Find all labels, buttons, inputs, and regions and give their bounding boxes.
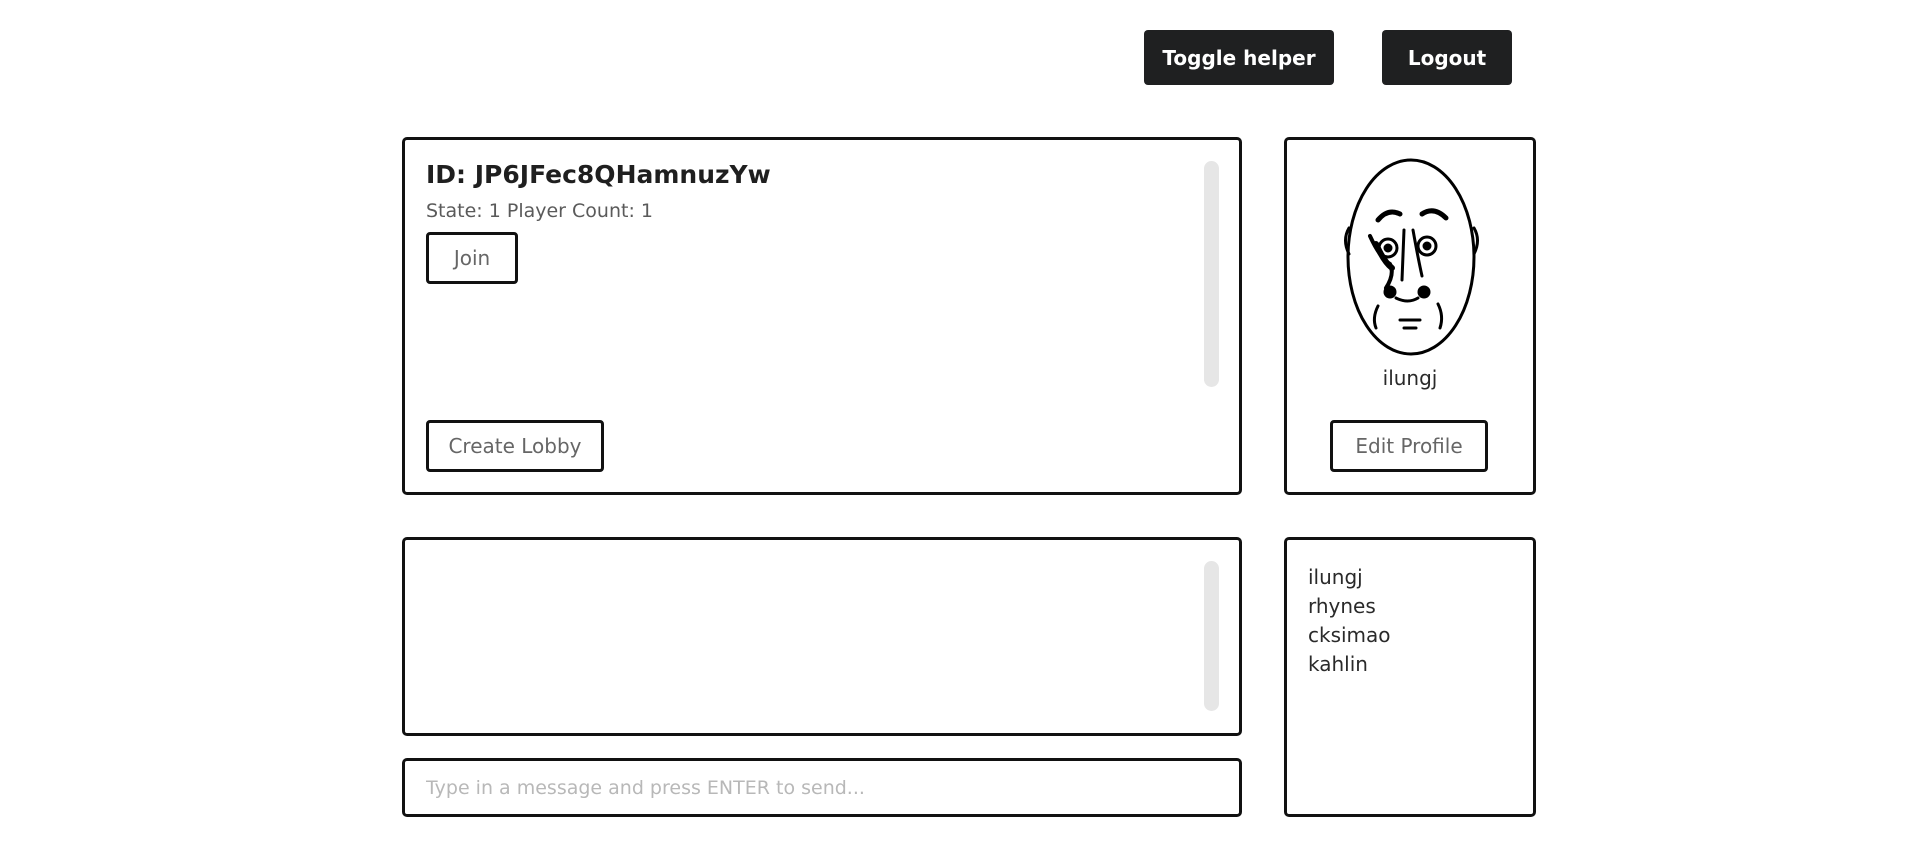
lobby-id: ID: JP6JFec8QHamnuzYw [426,160,771,189]
edit-profile-button[interactable]: Edit Profile [1330,420,1488,472]
profile-panel: ilungj Edit Profile [1284,137,1536,495]
online-user-item: ilungj [1308,565,1363,589]
create-lobby-button[interactable]: Create Lobby [426,420,604,472]
online-user-item: kahlin [1308,652,1368,676]
online-user-item: rhynes [1308,594,1376,618]
chat-messages-panel[interactable] [402,537,1242,736]
toggle-helper-button[interactable]: Toggle helper [1144,30,1334,85]
online-user-item: cksimao [1308,623,1391,647]
profile-username: ilungj [1382,366,1438,390]
lobby-meta: State: 1 Player Count: 1 [426,200,653,222]
logout-button[interactable]: Logout [1382,30,1512,85]
online-users-panel: ilungj rhynes cksimao kahlin [1284,537,1536,817]
chat-message-input[interactable] [402,758,1242,817]
lobby-list[interactable]: ID: JP6JFec8QHamnuzYw State: 1 Player Co… [426,160,1206,400]
face-avatar-icon [1340,158,1483,363]
lobby-scrollbar[interactable] [1204,161,1219,387]
lobby-panel: ID: JP6JFec8QHamnuzYw State: 1 Player Co… [402,137,1242,495]
online-users-list: ilungj rhynes cksimao kahlin [1308,563,1391,679]
chat-scrollbar[interactable] [1204,561,1219,711]
join-lobby-button[interactable]: Join [426,232,518,284]
